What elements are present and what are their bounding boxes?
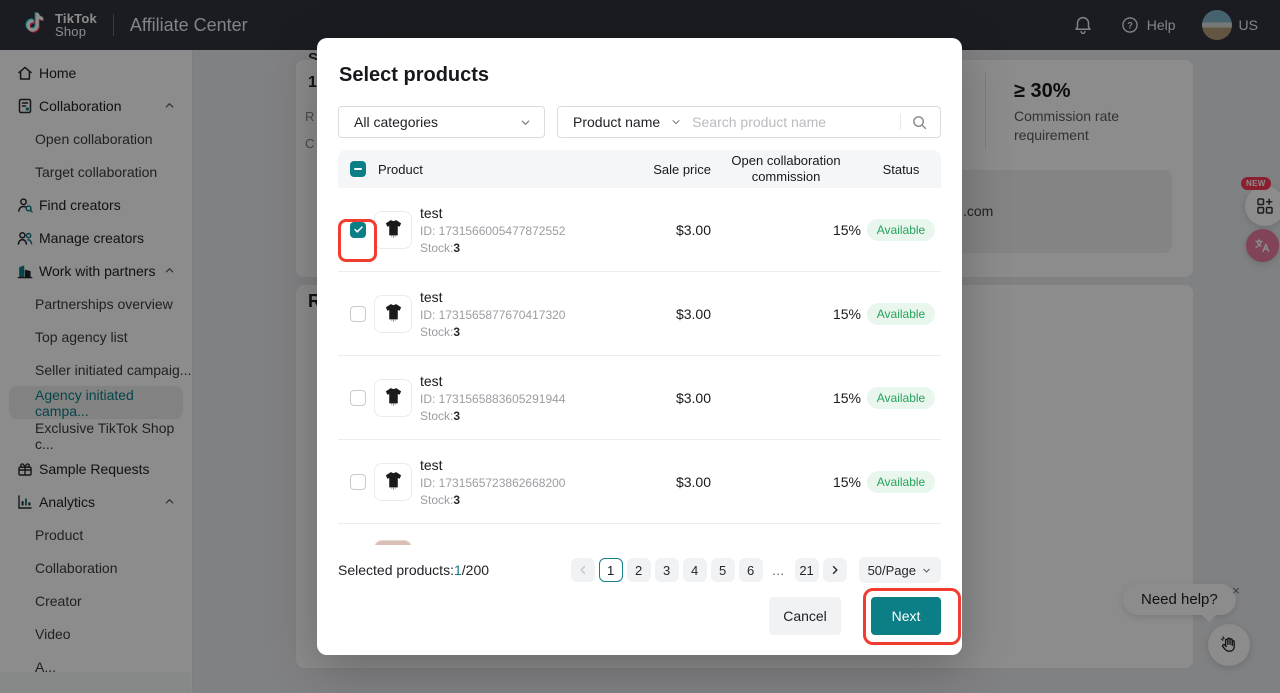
product-id: ID: 1731565883605291944 [420,392,621,406]
product-stock: Stock:3 [420,493,621,507]
pagination-prev-icon[interactable] [571,558,595,582]
product-row: test ID: 1731565883605291944 Stock:3$3.001… [338,356,941,440]
products-table: Product Sale price Open collaboration co… [338,150,941,545]
product-name: test [420,373,621,389]
sale-price: $3.00 [621,306,711,322]
commission-rate: 15% [711,222,861,238]
row-checkbox-checked[interactable] [350,222,366,238]
selected-products-count: Selected products:1/200 [338,562,489,578]
product-id: ID: 1731565877670417320 [420,308,621,322]
pagination-page-5[interactable]: 5 [711,558,735,582]
commission-rate: 15% [711,390,861,406]
cancel-button[interactable]: Cancel [769,597,841,635]
product-name: test [420,457,621,473]
select-products-modal: Select products All categories Product n… [317,38,962,655]
table-header: Product Sale price Open collaboration co… [338,150,941,188]
category-filter-value: All categories [354,114,438,130]
product-name: test [420,205,621,221]
product-id: ID: 1731566005477872552 [420,224,621,238]
product-stock: Stock:3 [420,325,621,339]
next-button[interactable]: Next [871,597,941,635]
col-header-product: Product [378,162,621,177]
commission-rate: 15% [711,306,861,322]
row-checkbox[interactable] [350,306,366,322]
category-filter-select[interactable]: All categories [338,106,545,138]
status-badge: Available [867,303,935,325]
search-type-select[interactable]: Product name [573,114,660,130]
pagination-page-2[interactable]: 2 [627,558,651,582]
product-name: test [420,289,621,305]
pagination-next-icon[interactable] [823,558,847,582]
product-row: test ID: 1731565723862668200 Stock:3$3.001… [338,440,941,524]
pagination-page-4[interactable]: 4 [683,558,707,582]
product-search-box: Product name [557,106,941,138]
product-id: ID: 1731565723862668200 [420,476,621,490]
sale-price: $3.00 [621,222,711,238]
status-badge: Available [867,219,935,241]
sale-price: $3.00 [621,390,711,406]
product-stock: Stock:3 [420,409,621,423]
modal-title: Select products [338,38,941,87]
col-header-status: Status [861,162,941,177]
row-checkbox[interactable] [350,390,366,406]
product-image-tshirt [374,211,412,249]
chevron-down-icon [670,116,682,128]
commission-rate: 15% [711,474,861,490]
search-divider [900,114,901,130]
col-header-sale-price: Sale price [621,162,711,177]
select-all-checkbox[interactable] [350,161,366,177]
pagination-page-21[interactable]: 21 [795,558,819,582]
product-row-partial [338,524,941,545]
pagination-page-6[interactable]: 6 [739,558,763,582]
search-icon[interactable] [911,114,928,131]
status-badge: Available [867,387,935,409]
pagination-page-1[interactable]: 1 [599,558,623,582]
product-stock: Stock:3 [420,241,621,255]
sale-price: $3.00 [621,474,711,490]
pagination-page-3[interactable]: 3 [655,558,679,582]
page-size-select[interactable]: 50/Page [859,557,941,583]
status-badge: Available [867,471,935,493]
product-image-partial [374,540,412,545]
product-image-tshirt [374,295,412,333]
col-header-commission: Open collaboration commission [711,153,861,185]
search-input[interactable] [690,113,900,131]
pagination: 123456…21 50/Page [571,557,941,583]
row-checkbox[interactable] [350,474,366,490]
product-row: test ID: 1731566005477872552 Stock:3$3.001… [338,188,941,272]
pagination-ellipsis: … [767,558,791,582]
chevron-down-icon [921,565,932,576]
product-row: test ID: 1731565877670417320 Stock:3$3.001… [338,272,941,356]
product-image-tshirt [374,379,412,417]
chevron-down-icon [519,116,532,129]
product-image-tshirt [374,463,412,501]
